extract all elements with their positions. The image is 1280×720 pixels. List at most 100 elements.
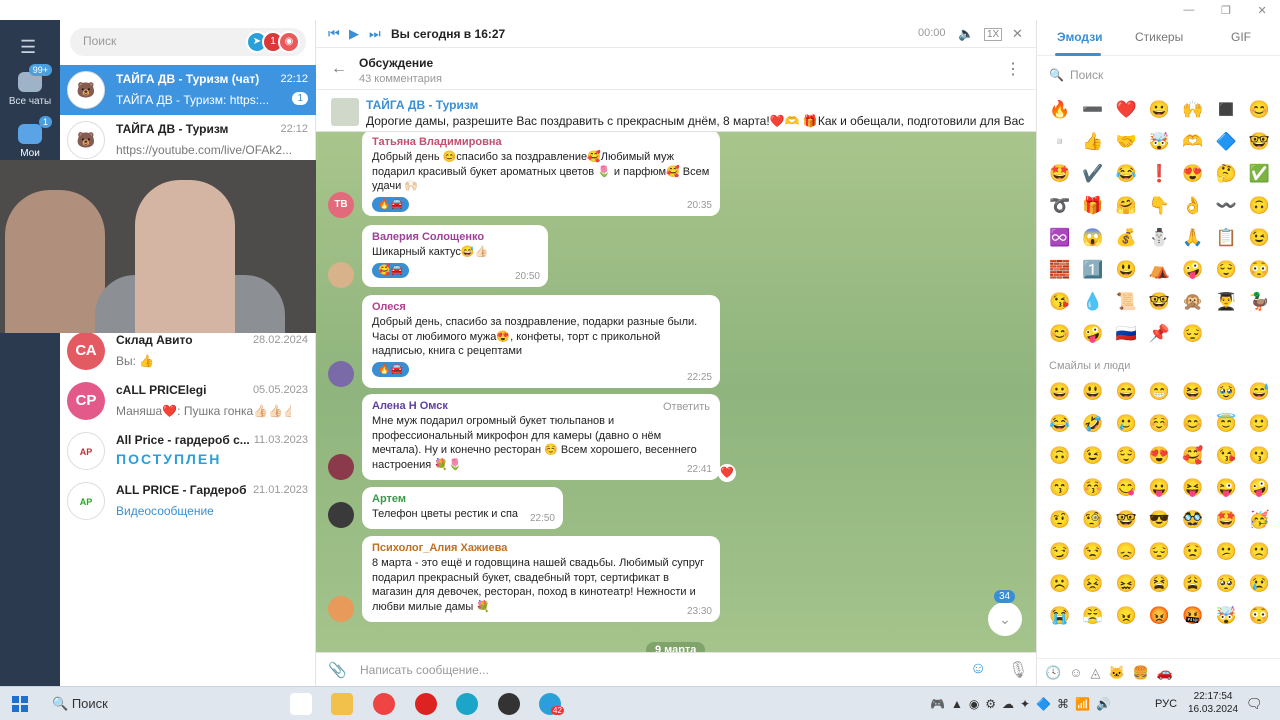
- emoji-item[interactable]: 🥸: [1182, 510, 1215, 542]
- emoji-item[interactable]: 🧱: [1049, 260, 1082, 292]
- emoji-grid-smileys[interactable]: 😀 😃 😄 😁 😆 🥹 😅 😂 🤣 🥲 ☺️ 😊 😇 🙂 🙃 😉 😌 😍 🥰 😘 😗 😙 😚 😋 😛 😝 😜 🤪 🤨 🧐 🤓 😎 🥸 🤩 🥳 😏 😒 😞 😔…: [1049, 382, 1279, 638]
- obs-icon[interactable]: [498, 693, 520, 715]
- smiley-category-icon[interactable]: ☺: [1069, 665, 1082, 680]
- avatar[interactable]: [328, 596, 354, 622]
- emoji-item[interactable]: ✅: [1249, 164, 1280, 196]
- windows-start-icon[interactable]: [12, 696, 28, 712]
- emoji-item[interactable]: 🫶: [1182, 132, 1215, 164]
- emoji-item[interactable]: 📜: [1116, 292, 1149, 324]
- message-bubble[interactable]: Олеся Добрый день, спасибо за поздравлен…: [362, 295, 720, 388]
- emoji-item[interactable]: 💧: [1082, 292, 1115, 324]
- emoji-item[interactable]: 😃: [1082, 382, 1115, 414]
- recent-icon[interactable]: 🕓: [1045, 665, 1061, 681]
- emoji-item[interactable]: 😚: [1082, 478, 1115, 510]
- emoji-item[interactable]: 😀: [1149, 100, 1182, 132]
- close-icon[interactable]: ✕: [1012, 26, 1023, 42]
- emoji-item[interactable]: ◼️: [1215, 100, 1248, 132]
- taskbar-search[interactable]: 🔍 Поиск: [52, 696, 108, 712]
- emoji-item[interactable]: 🥺: [1215, 574, 1248, 606]
- notifications-icon[interactable]: 🗨: [1246, 696, 1263, 712]
- emoji-item[interactable]: 😊: [1182, 414, 1215, 446]
- chat-search-input[interactable]: Поиск ➤ 1 ◉: [70, 28, 306, 56]
- emoji-item[interactable]: 😂: [1116, 164, 1149, 196]
- emoji-item[interactable]: 🤨: [1049, 510, 1082, 542]
- emoji-item[interactable]: 🤪: [1082, 324, 1115, 356]
- reply-button[interactable]: Ответить: [663, 401, 710, 413]
- emoji-item[interactable]: 😇: [1215, 414, 1248, 446]
- more-vertical-icon[interactable]: ⋮: [1005, 59, 1021, 79]
- emoji-item[interactable]: 😛: [1149, 478, 1182, 510]
- emoji-item[interactable]: 🔷: [1215, 132, 1248, 164]
- emoji-item[interactable]: 😁: [1149, 382, 1182, 414]
- emoji-item[interactable]: 😘: [1215, 446, 1248, 478]
- emoji-item[interactable]: 😙: [1049, 478, 1082, 510]
- emoji-item[interactable]: 🧐: [1082, 510, 1115, 542]
- emoji-item[interactable]: 🤝: [1116, 132, 1149, 164]
- emoji-item[interactable]: 📌: [1149, 324, 1182, 356]
- emoji-item[interactable]: 😳: [1249, 260, 1280, 292]
- emoji-item[interactable]: 🤓: [1249, 132, 1280, 164]
- emoji-item[interactable]: 🤗: [1116, 196, 1149, 228]
- emoji-item[interactable]: 😋: [1116, 478, 1149, 510]
- emoji-item[interactable]: 💰: [1116, 228, 1149, 260]
- pinned-message[interactable]: ТАЙГА ДВ - Туризм Дорогие дамы, разрешит…: [316, 90, 1036, 132]
- emoji-item[interactable]: 😅: [1249, 382, 1280, 414]
- rewind-icon[interactable]: ⏮: [328, 26, 340, 42]
- play-icon[interactable]: ▶: [349, 26, 359, 42]
- emoji-item[interactable]: 🙃: [1049, 446, 1082, 478]
- emoji-item[interactable]: 😒: [1082, 542, 1115, 574]
- emoji-item[interactable]: 🦆: [1249, 292, 1280, 324]
- minimize-icon[interactable]: —: [1183, 4, 1194, 16]
- emoji-item[interactable]: 🤯: [1149, 132, 1182, 164]
- forward-icon[interactable]: ⏭: [369, 26, 381, 42]
- emoji-item[interactable]: 😀: [1049, 382, 1082, 414]
- task-view-icon[interactable]: [290, 693, 312, 715]
- tab-emoji[interactable]: Эмодзи: [1057, 30, 1103, 44]
- message-bubble[interactable]: Татьяна Владимировна Добрый день 😊спасиб…: [362, 132, 720, 216]
- emoji-item[interactable]: 😖: [1116, 574, 1149, 606]
- emoji-item[interactable]: 🥲: [1116, 414, 1149, 446]
- emoji-item[interactable]: 😫: [1149, 574, 1182, 606]
- taskbar-clock[interactable]: 22:17:54 16.03.2024: [1188, 690, 1238, 716]
- system-tray[interactable]: 🎮▲◉⚙☁✦🔷⌘📶🔊: [930, 697, 1117, 711]
- emoji-grid-recent[interactable]: 🔥 ➖ ❤️ 😀 🙌 ◼️ 😊 ▫️ 👍 🤝 🤯 🫶 🔷 🤓 🤩 ✔️ 😂 ❗ 😍 🤔 ✅ ➰ 🎁 🤗 👇 👌 〰️ 🙃 ♾️ 😱 💰 ⛄ 🙏 📋…: [1049, 100, 1279, 356]
- emoji-item[interactable]: 👇: [1149, 196, 1182, 228]
- avatar[interactable]: [328, 502, 354, 528]
- emoji-item[interactable]: 👨‍🎓: [1215, 292, 1248, 324]
- volume-icon[interactable]: 🔈: [958, 26, 974, 42]
- emoji-item[interactable]: 🤪: [1249, 478, 1280, 510]
- emoji-item[interactable]: 😃: [1116, 260, 1149, 292]
- menu-icon[interactable]: ☰: [20, 37, 36, 58]
- sticker-category-icon[interactable]: ◬: [1090, 665, 1100, 681]
- tab-stickers[interactable]: Стикеры: [1135, 30, 1183, 44]
- emoji-item[interactable]: 😭: [1049, 606, 1082, 638]
- message-bubble[interactable]: Психолог_Алия Хажиева 8 марта - это ещё …: [362, 536, 720, 622]
- emoji-item[interactable]: 😘: [1049, 292, 1082, 324]
- emoji-item[interactable]: 🤬: [1182, 606, 1215, 638]
- emoji-item[interactable]: 😏: [1049, 542, 1082, 574]
- heart-reaction[interactable]: ❤️: [718, 464, 736, 482]
- chat-item[interactable]: AP ALL PRICE - Гардероб 21.01.2023 Видео…: [60, 476, 316, 526]
- emoji-item[interactable]: 😍: [1149, 446, 1182, 478]
- message-bubble[interactable]: Валерия Солощенко Шикарный кактус😅👍🏻 🥰🚘 …: [362, 225, 548, 287]
- emoji-item[interactable]: 🙌: [1182, 100, 1215, 132]
- chat-item[interactable]: AP All Price - гардероб с... 11.03.2023 …: [60, 426, 316, 476]
- folder-mine[interactable]: 1 Мои: [0, 116, 60, 159]
- emoji-item[interactable]: ☺️: [1149, 414, 1182, 446]
- message-author[interactable]: Алена Н Омск: [372, 400, 710, 412]
- scroll-down-button[interactable]: ⌄: [988, 602, 1022, 636]
- emoji-item[interactable]: 👌: [1182, 196, 1215, 228]
- avatar[interactable]: ТВ: [328, 192, 354, 218]
- emoji-item[interactable]: ❤️: [1116, 100, 1149, 132]
- message-feed[interactable]: ТВ Татьяна Владимировна Добрый день 😊спа…: [316, 132, 1036, 652]
- tab-gif[interactable]: GIF: [1231, 30, 1251, 44]
- emoji-item[interactable]: 😊: [1049, 324, 1082, 356]
- emoji-item[interactable]: 😉: [1082, 446, 1115, 478]
- chat-item[interactable]: СА Склад Авито 28.02.2024 Вы: 👍: [60, 326, 316, 376]
- emoji-item[interactable]: 🎁: [1082, 196, 1115, 228]
- emoji-item[interactable]: 🔥: [1049, 100, 1082, 132]
- emoji-item[interactable]: 😌: [1215, 260, 1248, 292]
- emoji-item[interactable]: ➰: [1049, 196, 1082, 228]
- emoji-item[interactable]: 😡: [1149, 606, 1182, 638]
- emoji-item[interactable]: 😄: [1116, 382, 1149, 414]
